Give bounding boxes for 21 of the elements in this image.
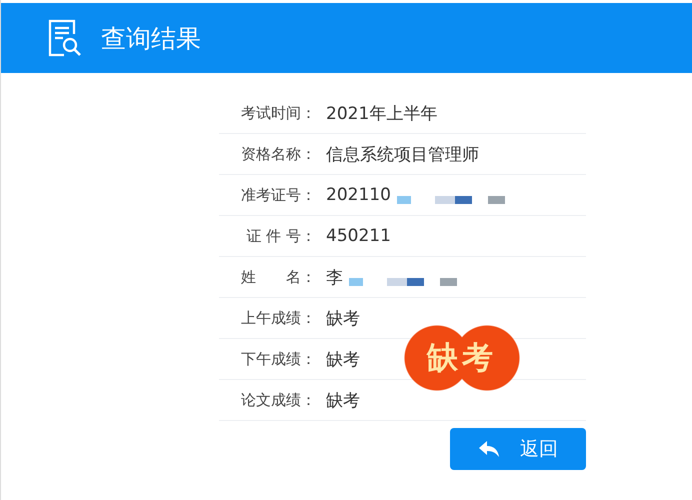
field-value: 450211 [326,226,391,246]
stamp: 缺考 [404,325,520,391]
field-label: 考试时间： [240,104,316,122]
field-label: 下午成绩： [240,350,316,368]
field-value: 缺考 [326,308,360,330]
field-label: 姓 名： [240,268,316,286]
field-value: 缺考 [326,348,360,370]
field-label: 资格名称： [240,144,316,164]
field-label: 上午成绩： [240,308,316,328]
back-arrow-icon [478,440,500,458]
field-label: 准考证号： [240,186,316,204]
field-value: 缺考 [326,390,360,412]
field-label: 证 件 号： [245,226,316,246]
back-button[interactable]: 返回 [450,428,586,470]
field-value: 信息系统项目管理师 [326,144,479,166]
field-label: 论文成绩： [240,390,316,410]
field-value: 2021年上半年 [326,102,438,124]
field-value: 202110 [326,185,391,205]
field-value: 李 [326,266,343,288]
document-search-icon [48,19,82,57]
page-title: 查询结果 [101,22,201,54]
